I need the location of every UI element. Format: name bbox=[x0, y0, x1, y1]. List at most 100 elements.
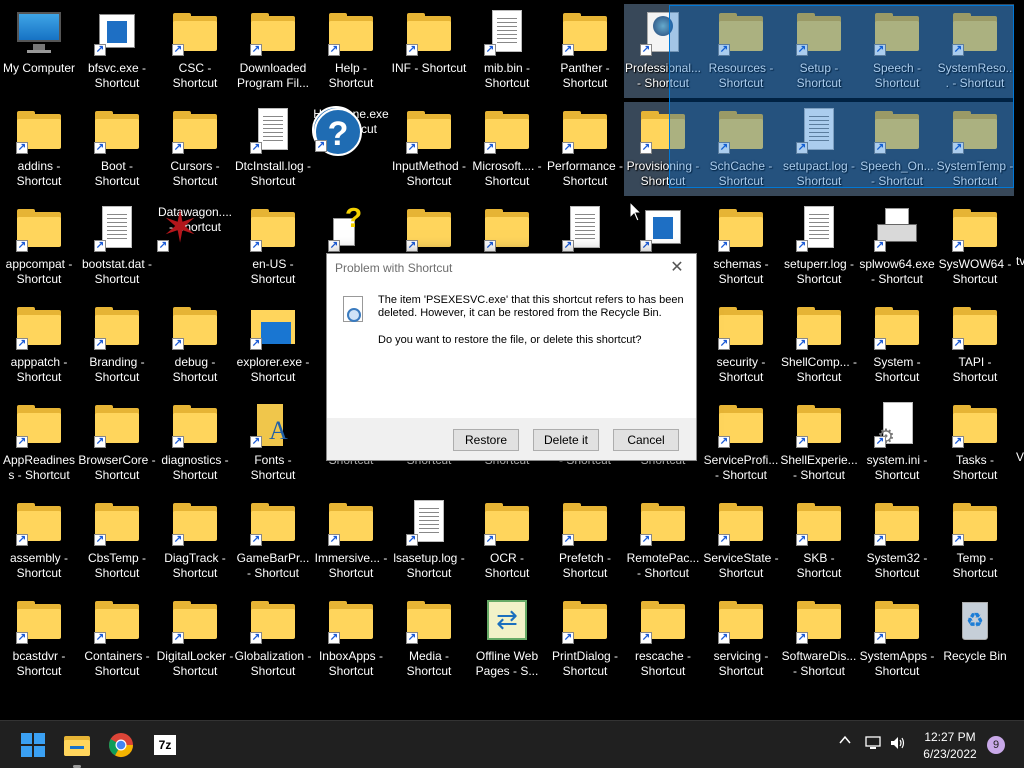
desktop-icon-cbstemp-shortcut[interactable]: ↗ CbsTemp - Shortcut bbox=[78, 494, 156, 588]
desktop-icon-mib-bin-shortcut[interactable]: ↗ mib.bin - Shortcut bbox=[468, 4, 546, 98]
desktop-icon-performance-shortcut[interactable]: ↗ Performance - Shortcut bbox=[546, 102, 624, 196]
desktop-icon-systemapps-shortcut[interactable]: ↗ SystemApps - Shortcut bbox=[858, 592, 936, 686]
desktop-icon-my-computer[interactable]: My Computer bbox=[0, 4, 78, 98]
desktop-icon-remotepac-shortcut[interactable]: ↗ RemotePac... - Shortcut bbox=[624, 494, 702, 588]
volume-icon[interactable] bbox=[889, 735, 907, 754]
desktop-icon-inputmethod-shortcut[interactable]: ↗ InputMethod - Shortcut bbox=[390, 102, 468, 196]
desktop-icon-professional-shortcut[interactable]: ↗ Professional... - Shortcut bbox=[624, 4, 702, 98]
cancel-button[interactable]: Cancel bbox=[613, 429, 679, 451]
folder-icon: ↗ bbox=[873, 596, 921, 644]
desktop-icon-en-us-shortcut[interactable]: ↗ en-US - Shortcut bbox=[234, 200, 312, 294]
desktop-icon-diagtrack-shortcut[interactable]: ↗ DiagTrack - Shortcut bbox=[156, 494, 234, 588]
folder-icon: ↗ bbox=[873, 498, 921, 546]
desktop-icon-system-shortcut[interactable]: ↗ System - Shortcut bbox=[858, 298, 936, 392]
desktop-icon-shellcomp-shortcut[interactable]: ↗ ShellComp... - Shortcut bbox=[780, 298, 858, 392]
desktop-icon-resources-shortcut[interactable]: ↗ Resources - Shortcut bbox=[702, 4, 780, 98]
desktop-icon-systemreso-shortcut[interactable]: ↗ SystemReso... - Shortcut bbox=[936, 4, 1014, 98]
chevron-up-icon[interactable] bbox=[838, 733, 852, 750]
desktop-icon-setuperr-log-shortcut[interactable]: ↗ setuperr.log - Shortcut bbox=[780, 200, 858, 294]
desktop-icon-syswow64-shortcut[interactable]: ↗ SysWOW64 - Shortcut bbox=[936, 200, 1014, 294]
desktop-icon-lsasetup-log-shortcut[interactable]: ↗ lsasetup.log - Shortcut bbox=[390, 494, 468, 588]
desktop-icon-appreadiness-shortcut[interactable]: ↗ AppReadiness - Shortcut bbox=[0, 396, 78, 490]
desktop-icon-appcompat-shortcut[interactable]: ↗ appcompat - Shortcut bbox=[0, 200, 78, 294]
desktop-icon-downloaded-program-fil[interactable]: ↗ Downloaded Program Fil... bbox=[234, 4, 312, 98]
folder-icon: ↗ bbox=[951, 498, 999, 546]
desktop-icon-boot-shortcut[interactable]: ↗ Boot - Shortcut bbox=[78, 102, 156, 196]
desktop-icon-provisioning-shortcut[interactable]: ↗ Provisioning - Shortcut bbox=[624, 102, 702, 196]
desktop-icon-offline-web-pages-s[interactable]: ⇄ Offline Web Pages - S... bbox=[468, 592, 546, 686]
desktop-icon-servicing-shortcut[interactable]: ↗ servicing - Shortcut bbox=[702, 592, 780, 686]
desktop-icon-shellexperie-shortcut[interactable]: ↗ ShellExperie... - Shortcut bbox=[780, 396, 858, 490]
desktop-icon-label: Setup - Shortcut bbox=[796, 61, 842, 90]
desktop-icon-tapi-shortcut[interactable]: ↗ TAPI - Shortcut bbox=[936, 298, 1014, 392]
desktop-icon-globalization-shortcut[interactable]: ↗ Globalization - Shortcut bbox=[234, 592, 312, 686]
desktop-icon-schcache-shortcut[interactable]: ↗ SchCache - Shortcut bbox=[702, 102, 780, 196]
desktop-icon-recycle-bin[interactable]: ♻ Recycle Bin bbox=[936, 592, 1014, 686]
desktop-icon-help-shortcut[interactable]: ↗ Help - Shortcut bbox=[312, 4, 390, 98]
desktop-icon-panther-shortcut[interactable]: ↗ Panther - Shortcut bbox=[546, 4, 624, 98]
desktop-icon-bootstat-dat-shortcut[interactable]: ↗ bootstat.dat - Shortcut bbox=[78, 200, 156, 294]
desktop-icon-speech-shortcut[interactable]: ↗ Speech - Shortcut bbox=[858, 4, 936, 98]
desktop-icon-gamebarpr-shortcut[interactable]: ↗ GameBarPr... - Shortcut bbox=[234, 494, 312, 588]
chrome-icon[interactable] bbox=[105, 729, 137, 761]
desktop-icon-speech-on-shortcut[interactable]: ↗ Speech_On... - Shortcut bbox=[858, 102, 936, 196]
desktop-icon-helppane-exe-shortcut[interactable]: ?↗HelpPane.exe - Shortcut bbox=[312, 102, 390, 196]
desktop-icon-addins-shortcut[interactable]: ↗ addins - Shortcut bbox=[0, 102, 78, 196]
desktop-icon-containers-shortcut[interactable]: ↗ Containers - Shortcut bbox=[78, 592, 156, 686]
desktop-icon-serviceprofi-shortcut[interactable]: ↗ ServiceProfi... - Shortcut bbox=[702, 396, 780, 490]
desktop-icon-csc-shortcut[interactable]: ↗ CSC - Shortcut bbox=[156, 4, 234, 98]
desktop-icon-systemtemp-shortcut[interactable]: ↗ SystemTemp - Shortcut bbox=[936, 102, 1014, 196]
desktop-icon-bfsvc-exe-shortcut[interactable]: ↗ bfsvc.exe - Shortcut bbox=[78, 4, 156, 98]
desktop-icon-temp-shortcut[interactable]: ↗ Temp - Shortcut bbox=[936, 494, 1014, 588]
folder-icon: ↗ bbox=[171, 498, 219, 546]
desktop-icon-dtcinstall-log-shortcut[interactable]: ↗ DtcInstall.log - Shortcut bbox=[234, 102, 312, 196]
desktop-icon-immersive-shortcut[interactable]: ↗ Immersive... - Shortcut bbox=[312, 494, 390, 588]
desktop-icon-cursors-shortcut[interactable]: ↗ Cursors - Shortcut bbox=[156, 102, 234, 196]
desktop-icon-debug-shortcut[interactable]: ↗ debug - Shortcut bbox=[156, 298, 234, 392]
desktop-icon-splwow64-exe-shortcut[interactable]: ↗ splwow64.exe - Shortcut bbox=[858, 200, 936, 294]
file-explorer-icon[interactable] bbox=[61, 729, 93, 761]
desktop-icon-printdialog-shortcut[interactable]: ↗ PrintDialog - Shortcut bbox=[546, 592, 624, 686]
desktop-icon-setup-shortcut[interactable]: ↗ Setup - Shortcut bbox=[780, 4, 858, 98]
desktop-icon-setupact-log-shortcut[interactable]: ↗ setupact.log - Shortcut bbox=[780, 102, 858, 196]
desktop-icon-prefetch-shortcut[interactable]: ↗ Prefetch - Shortcut bbox=[546, 494, 624, 588]
clock-date[interactable]: 6/23/2022 bbox=[918, 747, 982, 761]
desktop-icon-rescache-shortcut[interactable]: ↗ rescache - Shortcut bbox=[624, 592, 702, 686]
dialog-question: Do you want to restore the file, or dele… bbox=[378, 334, 642, 346]
clock-time[interactable]: 12:27 PM bbox=[920, 730, 980, 744]
desktop-icon-tasks-shortcut[interactable]: ↗ Tasks - Shortcut bbox=[936, 396, 1014, 490]
7zip-icon[interactable]: 7z bbox=[149, 729, 181, 761]
desktop-icon-skb-shortcut[interactable]: ↗ SKB - Shortcut bbox=[780, 494, 858, 588]
desktop-icon-system32-shortcut[interactable]: ↗ System32 - Shortcut bbox=[858, 494, 936, 588]
desktop-icon-assembly-shortcut[interactable]: ↗ assembly - Shortcut bbox=[0, 494, 78, 588]
desktop-icon-security-shortcut[interactable]: ↗ security - Shortcut bbox=[702, 298, 780, 392]
desktop-icon-browsercore-shortcut[interactable]: ↗ BrowserCore - Shortcut bbox=[78, 396, 156, 490]
restore-button[interactable]: Restore bbox=[453, 429, 519, 451]
desktop-icon-label: Provisioning - Shortcut bbox=[626, 159, 700, 188]
desktop-icon-datawagon-shortcut[interactable]: ✶ ↗ Datawagon.... - Shortcut bbox=[156, 200, 234, 294]
close-icon[interactable]: ✕ bbox=[666, 258, 688, 278]
desktop-icon-ocr-shortcut[interactable]: ↗ OCR - Shortcut bbox=[468, 494, 546, 588]
start-icon[interactable] bbox=[17, 729, 49, 761]
desktop-icon-bcastdvr-shortcut[interactable]: ↗ bcastdvr - Shortcut bbox=[0, 592, 78, 686]
desktop-icon-system-ini-shortcut[interactable]: ⚙↗ system.ini - Shortcut bbox=[858, 396, 936, 490]
desktop-icon-inf-shortcut[interactable]: ↗ INF - Shortcut bbox=[390, 4, 468, 98]
folder-icon: ↗ bbox=[951, 8, 999, 56]
desktop-icon-microsoft-shortcut[interactable]: ↗ Microsoft.... - Shortcut bbox=[468, 102, 546, 196]
desktop-icon-softwaredis-shortcut[interactable]: ↗ SoftwareDis... - Shortcut bbox=[780, 592, 858, 686]
desktop-icon-explorer-exe-shortcut[interactable]: ↗ explorer.exe - Shortcut bbox=[234, 298, 312, 392]
desktop-icon-schemas-shortcut[interactable]: ↗ schemas - Shortcut bbox=[702, 200, 780, 294]
network-icon[interactable] bbox=[864, 735, 882, 754]
desktop-icon-diagnostics-shortcut[interactable]: ↗ diagnostics - Shortcut bbox=[156, 396, 234, 490]
delete-it-button[interactable]: Delete it bbox=[533, 429, 599, 451]
desktop-icon-fonts-shortcut[interactable]: A ↗ Fonts - Shortcut bbox=[234, 396, 312, 490]
desktop-icon-media-shortcut[interactable]: ↗ Media - Shortcut bbox=[390, 592, 468, 686]
desktop-icon-servicestate-shortcut[interactable]: ↗ ServiceState - Shortcut bbox=[702, 494, 780, 588]
notification-badge[interactable]: 9 bbox=[987, 736, 1005, 754]
dialog-titlebar[interactable]: Problem with Shortcut ✕ bbox=[327, 254, 696, 282]
desktop-icon-branding-shortcut[interactable]: ↗ Branding - Shortcut bbox=[78, 298, 156, 392]
folder-icon: ↗ bbox=[795, 302, 843, 350]
desktop-icon-inboxapps-shortcut[interactable]: ↗ InboxApps - Shortcut bbox=[312, 592, 390, 686]
desktop-icon-digitallocker-shortcut[interactable]: ↗ DigitalLocker - Shortcut bbox=[156, 592, 234, 686]
desktop-icon-apppatch-shortcut[interactable]: ↗ apppatch - Shortcut bbox=[0, 298, 78, 392]
